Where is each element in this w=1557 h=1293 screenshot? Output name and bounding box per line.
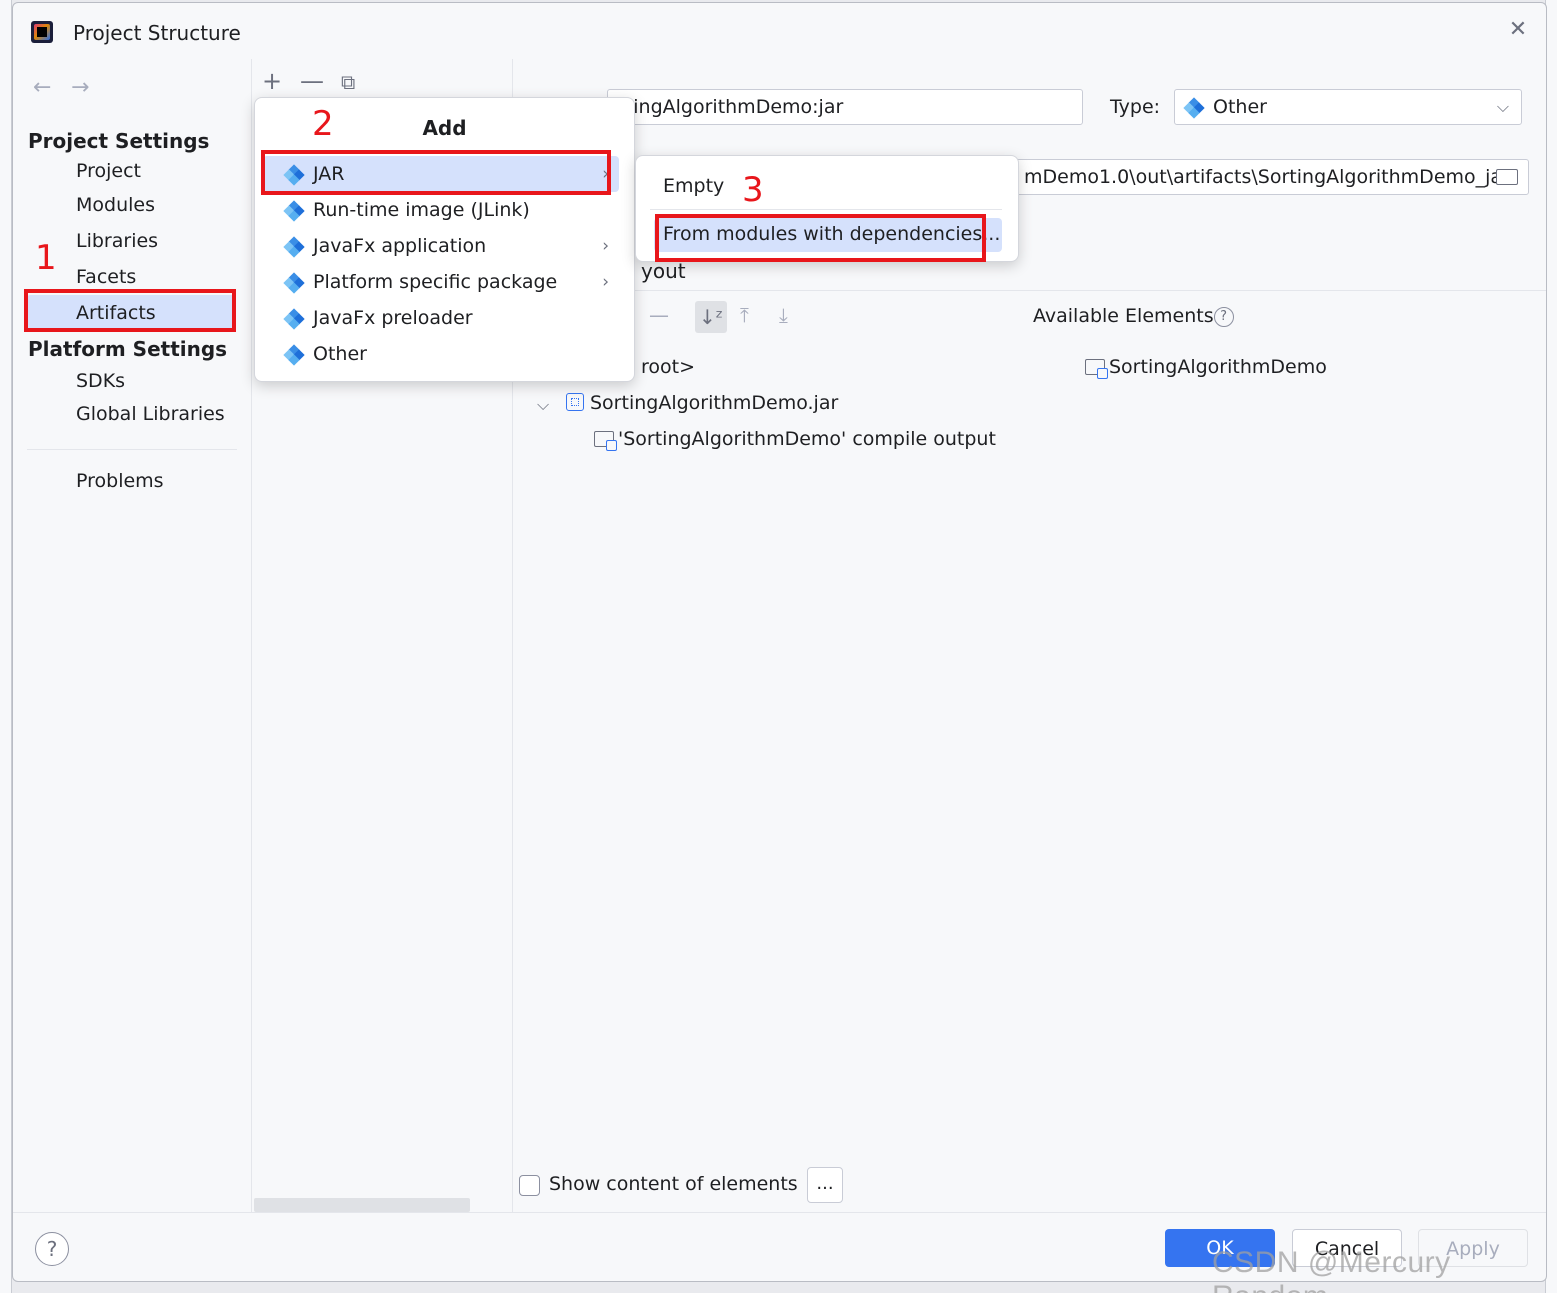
artifact-type-icon <box>1183 97 1205 119</box>
horizontal-scrollbar[interactable] <box>254 1198 470 1212</box>
footer-divider <box>13 1212 1546 1213</box>
menu-item-runtime-image[interactable]: Run-time image (JLink) <box>263 192 619 228</box>
tab-output-layout[interactable]: yout <box>641 259 686 283</box>
help-button[interactable]: ? <box>35 1232 69 1266</box>
window-title: Project Structure <box>73 21 241 45</box>
more-options-button[interactable]: ... <box>807 1167 843 1203</box>
tree-row-compile-output-label: 'SortingAlgorithmDemo' compile output <box>618 428 996 450</box>
help-icon[interactable]: ? <box>1213 306 1234 327</box>
nav-item-project[interactable]: Project <box>27 153 235 189</box>
artifact-type-icon <box>283 344 305 366</box>
nav-item-sdks[interactable]: SDKs <box>27 363 235 399</box>
menu-item-platform-package[interactable]: Platform specific package › <box>263 264 619 300</box>
remove-element-icon[interactable]: — <box>649 303 669 327</box>
expand-chevron-icon[interactable]: ⌵ <box>537 395 549 415</box>
menu-item-label: Platform specific package <box>313 271 558 293</box>
artifact-type-icon <box>283 272 305 294</box>
chevron-down-icon: ⌵ <box>1496 97 1509 116</box>
module-folder-icon <box>594 431 617 451</box>
annotation-box-artifacts <box>24 289 236 332</box>
menu-item-label: JavaFx preloader <box>313 307 473 329</box>
menu-item-javafx-application[interactable]: JavaFx application › <box>263 228 619 264</box>
forward-arrow-icon[interactable]: → <box>71 75 89 100</box>
move-up-icon[interactable]: ⤒ <box>740 303 749 327</box>
menu-item-label: JavaFx application <box>313 235 487 257</box>
available-elements-label: Available Elements? <box>1033 305 1234 327</box>
nav-item-modules[interactable]: Modules <box>27 187 235 223</box>
artifact-name-value: rtingAlgorithmDemo:jar <box>618 96 844 118</box>
intellij-app-icon <box>31 21 53 43</box>
artifact-type-icon <box>283 236 305 258</box>
copy-icon[interactable]: ⧉ <box>341 70 355 94</box>
submenu-item-empty[interactable]: Empty <box>663 175 724 197</box>
nav-item-problems[interactable]: Problems <box>27 463 235 499</box>
title-bar: Project Structure ✕ <box>13 3 1546 59</box>
menu-item-other[interactable]: Other <box>263 336 619 372</box>
sort-icon[interactable]: ↓ᶻ <box>695 301 727 333</box>
submenu-divider <box>650 209 1002 210</box>
menu-item-label: Run-time image (JLink) <box>313 199 530 221</box>
nav-item-global-libraries[interactable]: Global Libraries <box>27 396 235 432</box>
settings-nav: ← → Project Settings Project Modules Lib… <box>13 59 251 1212</box>
artifact-type-icon <box>283 200 305 222</box>
submenu-arrow-icon: › <box>602 236 609 256</box>
available-module-label: SortingAlgorithmDemo <box>1109 356 1327 378</box>
tree-row-jar-label: SortingAlgorithmDemo.jar <box>590 392 839 414</box>
type-label: Type: <box>1110 96 1161 118</box>
annotation-step-2: 2 <box>312 104 334 144</box>
tab-divider <box>513 290 1546 291</box>
annotation-box-jar <box>261 150 611 195</box>
type-select[interactable]: Other ⌵ <box>1174 89 1522 125</box>
output-directory-value: mDemo1.0\out\artifacts\SortingAlgorithmD… <box>1024 166 1510 188</box>
output-directory-field[interactable]: mDemo1.0\out\artifacts\SortingAlgorithmD… <box>1013 159 1529 195</box>
folder-icon[interactable] <box>1496 169 1518 185</box>
artifact-type-icon <box>283 308 305 330</box>
show-content-checkbox[interactable] <box>519 1175 540 1196</box>
tree-row-compile-output[interactable]: 'SortingAlgorithmDemo' compile output <box>594 428 996 451</box>
annotation-step-1: 1 <box>35 238 57 278</box>
submenu-arrow-icon: › <box>602 272 609 292</box>
jar-archive-icon <box>566 393 584 411</box>
module-folder-icon <box>1085 359 1108 379</box>
watermark: CSDN @Mercury Random <box>1212 1246 1451 1293</box>
annotation-box-from-modules <box>655 214 986 262</box>
available-tree-module[interactable]: SortingAlgorithmDemo <box>1085 356 1327 379</box>
artifact-name-field[interactable]: rtingAlgorithmDemo:jar <box>607 89 1083 125</box>
available-elements-text: Available Elements <box>1033 305 1214 327</box>
tree-row-jar[interactable]: SortingAlgorithmDemo.jar <box>566 392 838 414</box>
back-arrow-icon[interactable]: ← <box>33 75 51 100</box>
close-icon[interactable]: ✕ <box>1504 17 1532 42</box>
type-select-value: Other <box>1213 96 1267 118</box>
show-content-label: Show content of elements <box>549 1173 798 1195</box>
annotation-step-3: 3 <box>742 170 764 210</box>
project-settings-heading: Project Settings <box>28 129 210 153</box>
tree-row-root[interactable]: root> <box>641 356 695 378</box>
move-down-icon[interactable]: ⤓ <box>779 303 788 327</box>
menu-item-label: Other <box>313 343 367 365</box>
nav-divider <box>27 449 237 450</box>
background-window-left <box>0 0 12 1293</box>
remove-icon[interactable]: — <box>300 67 324 95</box>
menu-item-javafx-preloader[interactable]: JavaFx preloader <box>263 300 619 336</box>
platform-settings-heading: Platform Settings <box>28 337 228 361</box>
nav-item-libraries[interactable]: Libraries <box>27 223 235 259</box>
add-icon[interactable]: + <box>262 67 282 95</box>
